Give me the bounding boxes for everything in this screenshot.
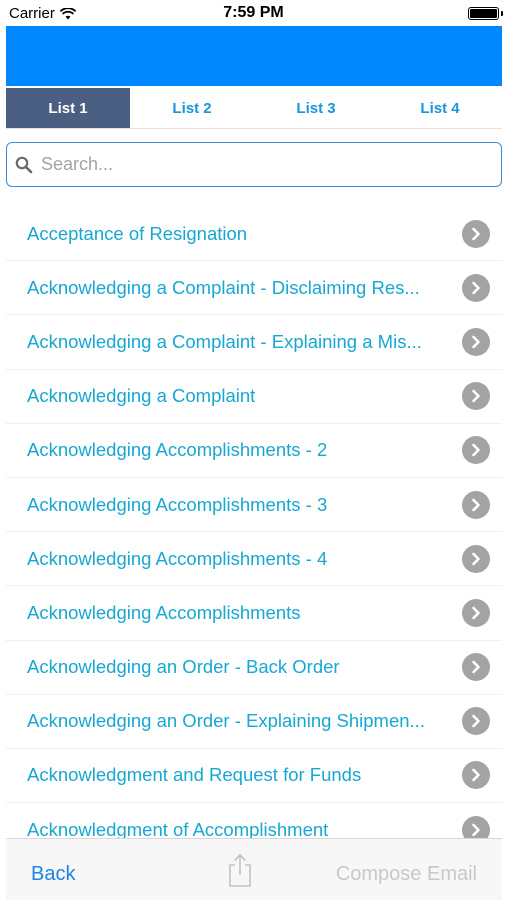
search-icon: [7, 142, 41, 187]
battery-icon: [468, 7, 499, 20]
chevron-right-icon[interactable]: [462, 544, 490, 573]
list-item[interactable]: Acknowledging an Order - Back Order: [6, 641, 502, 695]
list-item-label: Acknowledging Accomplishments - 3: [27, 493, 328, 515]
chevron-right-icon[interactable]: [462, 219, 490, 248]
tab-list-4[interactable]: List 4: [378, 88, 502, 128]
list-item[interactable]: Acknowledging Accomplishments - 3: [6, 478, 502, 533]
header-bar: [6, 26, 502, 86]
chevron-right-icon[interactable]: [462, 327, 490, 356]
list-item-label: Acknowledging a Complaint - Explaining a…: [27, 330, 422, 352]
template-list: Acceptance of Resignation Acknowledging a…: [6, 207, 502, 838]
battery-level: [470, 9, 497, 18]
list-item[interactable]: Acknowledging a Complaint - Disclaiming …: [6, 261, 502, 316]
tab-list-1[interactable]: List 1: [6, 88, 130, 128]
status-bar: Carrier 7:59 PM: [0, 0, 507, 26]
chevron-right-icon[interactable]: [462, 598, 490, 627]
search-box[interactable]: [6, 142, 502, 187]
list-item-label: Acknowledging a Complaint: [27, 385, 256, 407]
compose-email-button[interactable]: Compose Email: [336, 863, 477, 886]
list-item-label: Acknowledging a Complaint - Disclaiming …: [27, 276, 420, 298]
chevron-right-icon[interactable]: [462, 490, 490, 519]
list-item-label: Acknowledging an Order - Back Order: [27, 656, 340, 678]
list-item[interactable]: Acknowledging a Complaint: [6, 370, 502, 424]
share-icon[interactable]: [226, 852, 254, 888]
chevron-right-icon[interactable]: [462, 815, 490, 838]
list-item[interactable]: Acknowledgment of Accomplishment: [6, 803, 502, 838]
chevron-right-icon[interactable]: [462, 436, 490, 465]
list-item[interactable]: Acknowledging Accomplishments: [6, 586, 502, 641]
chevron-right-icon[interactable]: [462, 382, 490, 411]
list-item-label: Acknowledgment and Request for Funds: [27, 764, 362, 786]
status-time: 7:59 PM: [223, 4, 284, 21]
list-item[interactable]: Acknowledging Accomplishments - 4: [6, 532, 502, 587]
list-item-label: Acceptance of Resignation: [27, 222, 248, 244]
list-item-label: Acknowledgment of Accomplishment: [27, 818, 329, 838]
list-item[interactable]: Acknowledging a Complaint - Explaining a…: [6, 315, 502, 370]
chevron-right-icon[interactable]: [462, 273, 490, 302]
chevron-right-icon[interactable]: [462, 653, 490, 682]
back-button[interactable]: Back: [31, 863, 75, 886]
chevron-right-icon[interactable]: [462, 707, 490, 736]
list-item[interactable]: Acceptance of Resignation: [6, 207, 502, 262]
bottom-toolbar: Back Compose Email: [6, 838, 502, 900]
list-item[interactable]: Acknowledgment and Request for Funds: [6, 749, 502, 804]
list-item-label: Acknowledging Accomplishments - 2: [27, 439, 328, 461]
list-item-label: Acknowledging an Order - Explaining Ship…: [27, 710, 425, 732]
tab-list-2[interactable]: List 2: [130, 88, 254, 128]
tab-list-3[interactable]: List 3: [254, 88, 378, 128]
list-tabs: List 1 List 2 List 3 List 4: [6, 88, 502, 129]
list-item-label: Acknowledging Accomplishments: [27, 601, 301, 623]
search-input[interactable]: [41, 144, 501, 185]
chevron-right-icon[interactable]: [462, 761, 490, 790]
list-item-label: Acknowledging Accomplishments - 4: [27, 547, 328, 569]
list-item[interactable]: Acknowledging Accomplishments - 2: [6, 424, 502, 478]
battery-nub: [501, 11, 503, 16]
list-item[interactable]: Acknowledging an Order - Explaining Ship…: [6, 695, 502, 749]
